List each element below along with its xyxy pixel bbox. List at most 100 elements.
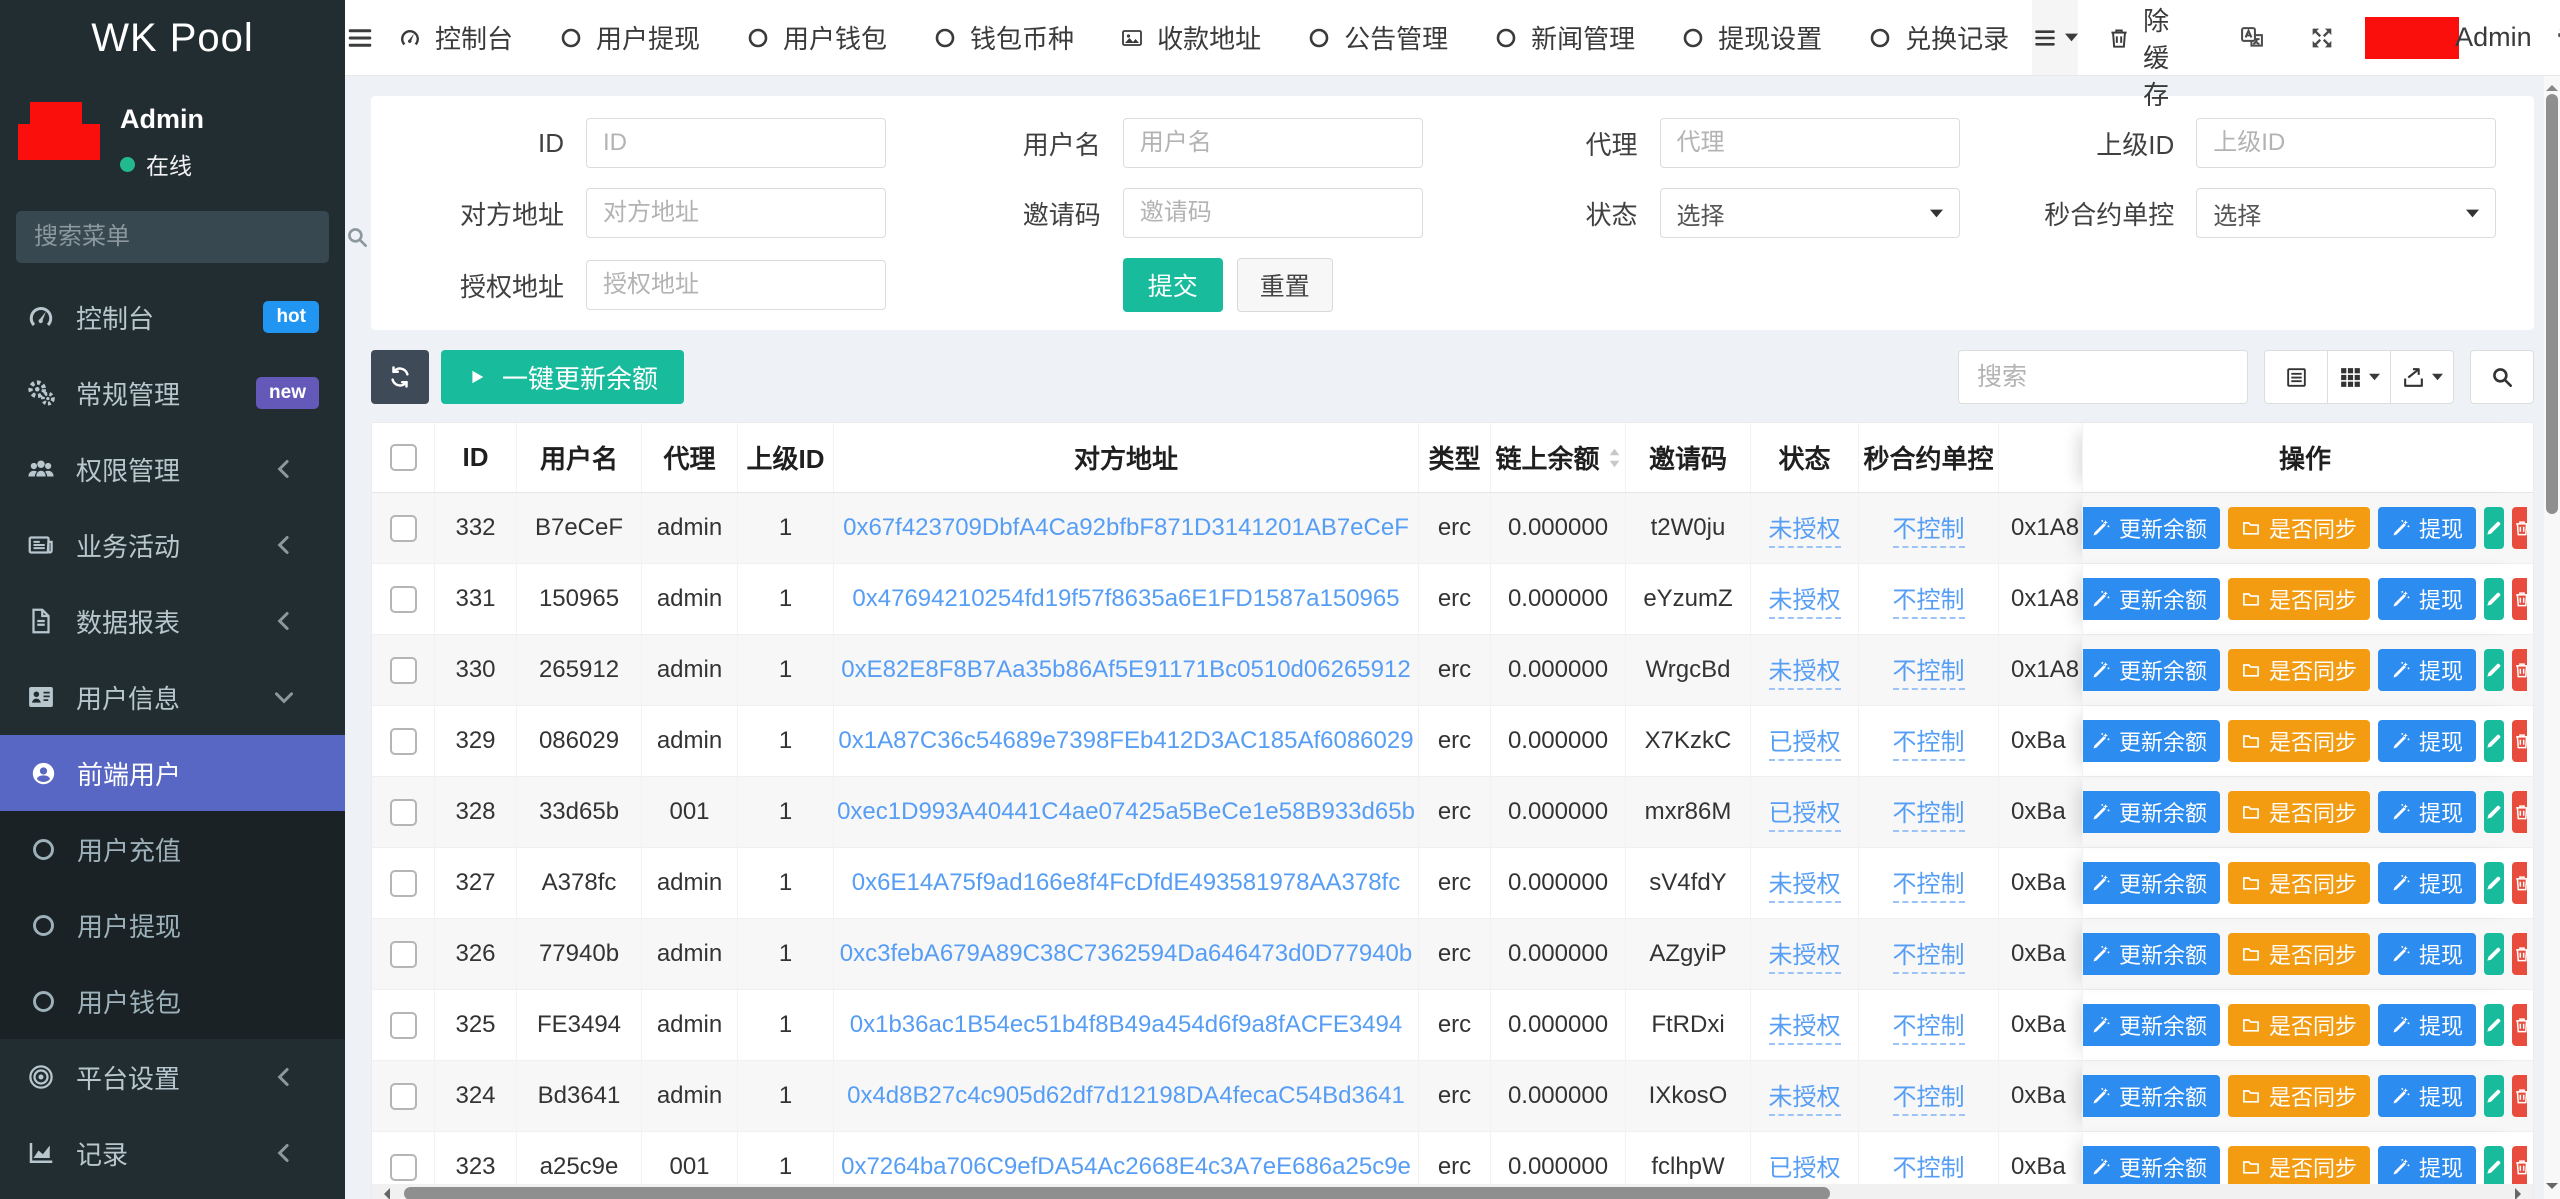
nav-tab[interactable]: 提现设置: [1658, 0, 1845, 75]
update-all-balances-button[interactable]: 一键更新余额: [441, 350, 684, 404]
filter-parent-id-input[interactable]: [2196, 118, 2496, 168]
withdraw-button[interactable]: 提现: [2378, 1146, 2476, 1188]
horizontal-scrollbar[interactable]: [372, 1184, 2533, 1199]
table-search-input[interactable]: [1958, 350, 2248, 404]
update-balance-button[interactable]: 更新余额: [2082, 578, 2220, 620]
language-button[interactable]: [2217, 0, 2287, 75]
withdraw-button[interactable]: 提现: [2378, 933, 2476, 975]
sidebar-item[interactable]: 平台设置: [0, 1039, 345, 1115]
update-balance-button[interactable]: 更新余额: [2082, 791, 2220, 833]
address-link[interactable]: 0x67f423709DbfA4Ca92bfbF871D3141201AB7eC…: [843, 514, 1409, 542]
select-all-checkbox[interactable]: [390, 444, 417, 471]
contract-control-editable[interactable]: 不控制: [1893, 722, 1965, 761]
sync-button[interactable]: 是否同步: [2228, 649, 2370, 691]
address-link[interactable]: 0x1b36ac1B54ec51b4f8B49a454d6f9a8fACFE34…: [850, 1011, 1402, 1039]
delete-button[interactable]: [2512, 933, 2527, 975]
nav-tab[interactable]: 钱包币种: [910, 0, 1097, 75]
contract-control-editable[interactable]: 不控制: [1893, 864, 1965, 903]
contract-control-editable[interactable]: 不控制: [1893, 580, 1965, 619]
sync-button[interactable]: 是否同步: [2228, 578, 2370, 620]
row-checkbox[interactable]: [390, 728, 417, 755]
withdraw-button[interactable]: 提现: [2378, 1075, 2476, 1117]
scroll-up-arrow[interactable]: [2546, 79, 2558, 91]
admin-menu[interactable]: Admin: [2357, 0, 2540, 75]
withdraw-button[interactable]: 提现: [2378, 507, 2476, 549]
horizontal-scroll-thumb[interactable]: [404, 1187, 1830, 1199]
sync-button[interactable]: 是否同步: [2228, 1004, 2370, 1046]
sidebar-item[interactable]: 业务活动: [0, 507, 345, 583]
toggle-view-button[interactable]: [2264, 350, 2328, 404]
nav-tab[interactable]: 收款地址: [1097, 0, 1284, 75]
scroll-right-arrow[interactable]: [2515, 1188, 2527, 1199]
update-balance-button[interactable]: 更新余额: [2082, 1146, 2220, 1188]
submit-button[interactable]: 提交: [1123, 258, 1223, 312]
update-balance-button[interactable]: 更新余额: [2082, 862, 2220, 904]
update-balance-button[interactable]: 更新余额: [2082, 933, 2220, 975]
status-editable[interactable]: 未授权: [1769, 580, 1841, 619]
withdraw-button[interactable]: 提现: [2378, 862, 2476, 904]
contract-control-editable[interactable]: 不控制: [1893, 935, 1965, 974]
sync-button[interactable]: 是否同步: [2228, 933, 2370, 975]
edit-button[interactable]: [2484, 1146, 2504, 1188]
nav-tab[interactable]: 用户提现: [536, 0, 723, 75]
status-editable[interactable]: 已授权: [1769, 722, 1841, 761]
row-checkbox[interactable]: [390, 941, 417, 968]
edit-button[interactable]: [2484, 862, 2504, 904]
address-link[interactable]: 0xc3febA679A89C38C7362594Da646473d0D7794…: [840, 940, 1412, 968]
export-button[interactable]: [2390, 350, 2454, 404]
fullscreen-button[interactable]: [2287, 0, 2357, 75]
row-checkbox[interactable]: [390, 1012, 417, 1039]
withdraw-button[interactable]: 提现: [2378, 791, 2476, 833]
contract-control-editable[interactable]: 不控制: [1893, 651, 1965, 690]
row-checkbox[interactable]: [390, 1154, 417, 1181]
row-checkbox[interactable]: [390, 1083, 417, 1110]
address-link[interactable]: 0x4d8B27c4c905d62df7d12198DA4fecaC54Bd36…: [847, 1082, 1405, 1110]
update-balance-button[interactable]: 更新余额: [2082, 1004, 2220, 1046]
sort-icon[interactable]: [1608, 447, 1621, 469]
sidebar-item[interactable]: 控制台hot: [0, 279, 345, 355]
filter-address-input[interactable]: [586, 188, 886, 238]
sidebar-item[interactable]: 记录: [0, 1115, 345, 1191]
address-link[interactable]: 0xE82E8F8B7Aa35b86Af5E91171Bc0510d062659…: [841, 656, 1410, 684]
status-editable[interactable]: 未授权: [1769, 1006, 1841, 1045]
row-checkbox[interactable]: [390, 586, 417, 613]
filter-auth-address-input[interactable]: [586, 260, 886, 310]
sidebar-item[interactable]: 数据报表: [0, 583, 345, 659]
update-balance-button[interactable]: 更新余额: [2082, 720, 2220, 762]
address-link[interactable]: 0x7264ba706C9efDA54Ac2668E4c3A7eE686a25c…: [841, 1153, 1411, 1181]
withdraw-button[interactable]: 提现: [2378, 649, 2476, 691]
filter-username-input[interactable]: [1123, 118, 1423, 168]
nav-menu-list-button[interactable]: [2032, 0, 2078, 75]
sidebar-subitem-active[interactable]: 前端用户: [0, 735, 345, 811]
contract-control-editable[interactable]: 不控制: [1893, 1148, 1965, 1187]
sync-button[interactable]: 是否同步: [2228, 791, 2370, 833]
clear-cache-button[interactable]: 清除缓存: [2078, 0, 2217, 75]
contract-control-editable[interactable]: 不控制: [1893, 1006, 1965, 1045]
status-editable[interactable]: 未授权: [1769, 651, 1841, 690]
address-link[interactable]: 0xec1D993A40441C4ae07425a5BeCe1e58B933d6…: [837, 798, 1415, 826]
edit-button[interactable]: [2484, 578, 2504, 620]
update-balance-button[interactable]: 更新余额: [2082, 1075, 2220, 1117]
status-editable[interactable]: 未授权: [1769, 1077, 1841, 1116]
header-balance[interactable]: 链上余额: [1490, 423, 1625, 492]
settings-button[interactable]: [2540, 0, 2560, 75]
filter-status-select[interactable]: 选择: [1660, 188, 1960, 238]
table-search-button[interactable]: [2470, 350, 2534, 404]
contract-control-editable[interactable]: 不控制: [1893, 1077, 1965, 1116]
row-checkbox[interactable]: [390, 870, 417, 897]
columns-button[interactable]: [2327, 350, 2391, 404]
vertical-scroll-thumb[interactable]: [2546, 94, 2558, 514]
filter-invite-input[interactable]: [1123, 188, 1423, 238]
sidebar-item[interactable]: 权限管理: [0, 431, 345, 507]
contract-control-editable[interactable]: 不控制: [1893, 793, 1965, 832]
nav-tab[interactable]: 新闻管理: [1471, 0, 1658, 75]
edit-button[interactable]: [2484, 791, 2504, 833]
sync-button[interactable]: 是否同步: [2228, 1146, 2370, 1188]
sidebar-toggle-button[interactable]: [345, 0, 375, 75]
delete-button[interactable]: [2512, 1004, 2527, 1046]
status-editable[interactable]: 未授权: [1769, 509, 1841, 548]
status-editable[interactable]: 已授权: [1769, 1148, 1841, 1187]
update-balance-button[interactable]: 更新余额: [2082, 649, 2220, 691]
sync-button[interactable]: 是否同步: [2228, 862, 2370, 904]
scroll-down-arrow[interactable]: [2546, 1183, 2558, 1195]
